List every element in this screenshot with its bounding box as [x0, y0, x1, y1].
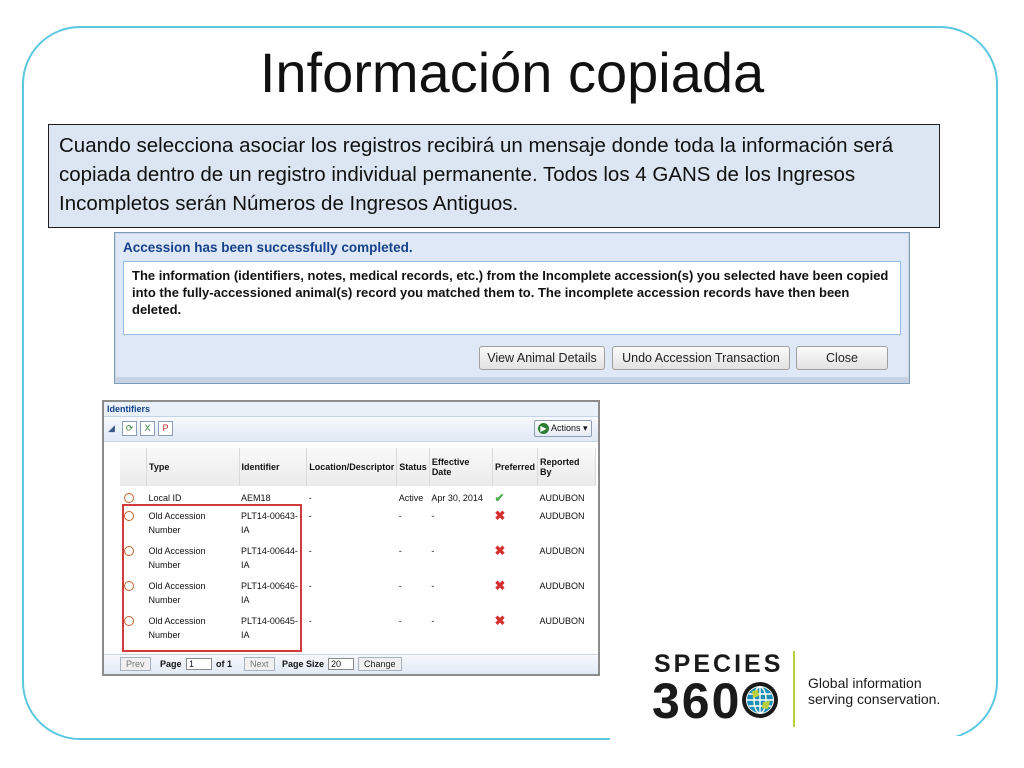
undo-accession-button[interactable]: Undo Accession Transaction [612, 346, 790, 370]
header-location[interactable]: Location/Descriptor [306, 448, 398, 486]
header-effective-date[interactable]: Effective Date [429, 448, 494, 486]
page-size-label: Page Size [282, 659, 325, 669]
cell-date: - [431, 546, 435, 556]
pagination-bar: Prev Page 1 of 1 Next Page Size 20 Chang… [104, 654, 598, 674]
change-button[interactable]: Change [358, 657, 402, 671]
dialog-message: The information (identifiers, notes, med… [123, 261, 901, 335]
header-preferred[interactable]: Preferred [492, 448, 539, 486]
page-label: Page [160, 659, 182, 669]
logo-360-text: 360 [652, 673, 742, 729]
header-identifier[interactable]: Identifier [239, 448, 308, 486]
cell-date: - [431, 616, 435, 626]
dialog-footer-strip [115, 377, 909, 383]
cell-date: - [431, 511, 435, 521]
export-pdf-icon[interactable]: P [158, 421, 173, 436]
view-animal-details-button[interactable]: View Animal Details [479, 346, 605, 370]
page-input[interactable]: 1 [186, 658, 212, 670]
prev-button[interactable]: Prev [120, 657, 151, 671]
header-type[interactable]: Type [146, 448, 240, 486]
tagline-line-2: serving conservation. [808, 691, 941, 707]
cell-date: - [431, 581, 435, 591]
not-preferred-x-icon: ✖ [494, 578, 506, 593]
close-button[interactable]: Close [796, 346, 888, 370]
cell-status: - [398, 581, 402, 591]
actions-label: Actions [551, 423, 581, 433]
not-preferred-x-icon: ✖ [494, 508, 506, 523]
cell-status: - [398, 616, 402, 626]
go-arrow-icon: ▶ [538, 423, 549, 434]
tagline-line-1: Global information [808, 675, 922, 691]
cell-location: - [308, 511, 312, 521]
slide-title: Información copiada [259, 41, 765, 104]
cell-location: - [308, 493, 312, 503]
callout-text: Cuando selecciona asociar los registros … [48, 124, 940, 228]
header-icon-col [120, 448, 147, 486]
frame-gap [610, 736, 1024, 746]
grid-toolbar: ◢ ⟳ X P ▶ Actions ▾ [104, 417, 598, 442]
preferred-check-icon: ✔ [494, 491, 505, 505]
cell-status: - [398, 546, 402, 556]
table-header-row: Type Identifier Location/Descriptor Stat… [120, 448, 596, 486]
cell-location: - [308, 616, 312, 626]
globe-icon [742, 682, 778, 718]
accession-dialog: Accession has been successfully complete… [114, 232, 910, 384]
cell-reported-by: AUDUBON [539, 581, 585, 591]
cell-status: Active [398, 493, 424, 503]
cell-date: Apr 30, 2014 [431, 493, 483, 503]
cell-reported-by: AUDUBON [539, 493, 585, 503]
old-accession-highlight [122, 504, 302, 652]
export-excel-icon[interactable]: X [140, 421, 155, 436]
panel-title: Identifiers [104, 402, 598, 417]
not-preferred-x-icon: ✖ [494, 543, 506, 558]
header-status[interactable]: Status [396, 448, 430, 486]
collapse-triangle-icon[interactable]: ◢ [108, 423, 115, 434]
actions-button[interactable]: ▶ Actions ▾ [534, 420, 592, 437]
cell-reported-by: AUDUBON [539, 616, 585, 626]
cell-location: - [308, 581, 312, 591]
cell-reported-by: AUDUBON [539, 546, 585, 556]
dialog-title: Accession has been successfully complete… [123, 240, 413, 255]
cell-reported-by: AUDUBON [539, 511, 585, 521]
logo-divider [793, 651, 795, 727]
logo-tagline: Global information serving conservation. [808, 675, 940, 707]
page-of-label: of 1 [216, 659, 233, 669]
page-size-input[interactable]: 20 [328, 658, 354, 670]
next-button[interactable]: Next [244, 657, 275, 671]
row-identifier-icon [124, 493, 134, 503]
cell-location: - [308, 546, 312, 556]
header-reported-by[interactable]: Reported By [537, 448, 596, 486]
cell-status: - [398, 511, 402, 521]
not-preferred-x-icon: ✖ [494, 613, 506, 628]
refresh-icon[interactable]: ⟳ [122, 421, 137, 436]
